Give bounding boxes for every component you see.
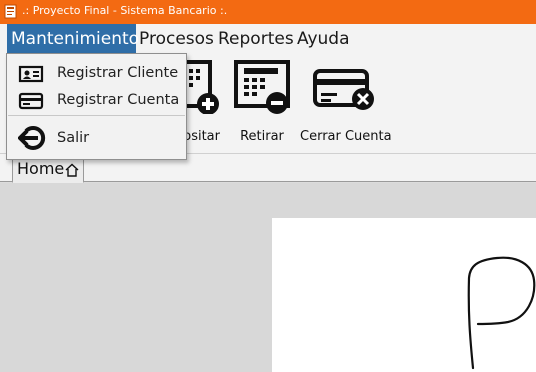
retirar-label: Retirar [240,129,284,144]
menu-bar: Mantenimiento Procesos Reportes Ayuda [0,24,536,54]
mantenimiento-dropdown: Registrar Cliente Registrar Cuenta Salir [6,53,187,160]
content-area [0,183,536,372]
cerrar-cuenta-button[interactable]: Cerrar Cuenta [300,56,392,150]
menu-reportes[interactable]: Reportes [214,24,298,54]
tab-home[interactable]: Home [12,156,85,183]
freehand-drawing [467,256,536,370]
menu-procesos[interactable]: Procesos [135,24,218,54]
salir-label: Salir [57,130,90,146]
exit-icon [18,126,46,150]
app-icon [4,4,17,19]
calculator-minus-icon [234,60,290,114]
cerrar-cuenta-label: Cerrar Cuenta [300,129,392,144]
menu-item-registrar-cliente[interactable]: Registrar Cliente [8,61,185,88]
credit-card-icon [18,92,44,110]
retirar-button[interactable]: Retirar [232,56,292,150]
menu-item-salir[interactable]: Salir [8,123,185,153]
registrar-cliente-label: Registrar Cliente [57,65,179,81]
menu-item-registrar-cuenta[interactable]: Registrar Cuenta [8,88,185,115]
menu-separator [8,115,185,116]
drawing-canvas[interactable] [272,218,536,372]
menu-mantenimiento[interactable]: Mantenimiento [7,24,139,54]
window-title: .: Proyecto Final - Sistema Bancario :. [22,4,228,17]
card-close-icon [313,69,374,110]
title-bar: .: Proyecto Final - Sistema Bancario :. [0,0,536,24]
tab-home-label: Home [17,159,65,178]
registrar-cuenta-label: Registrar Cuenta [57,92,180,108]
id-card-icon [18,65,44,83]
menu-ayuda[interactable]: Ayuda [293,24,354,54]
home-icon [65,163,79,177]
